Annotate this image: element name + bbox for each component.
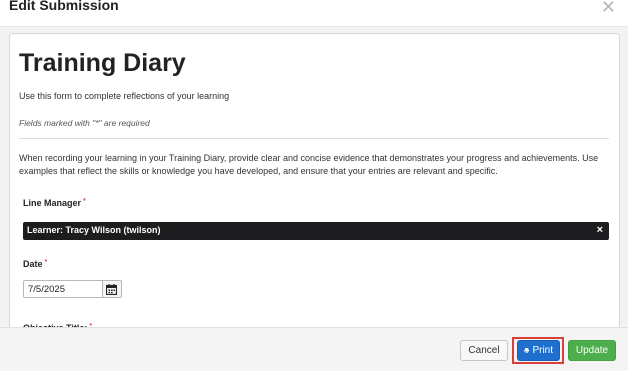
date-input[interactable] [23,280,103,298]
date-label: Date * [23,259,47,269]
form-title: Training Diary [19,49,186,77]
close-icon[interactable]: ✕ [601,0,616,16]
modal-header: Edit Submission ✕ [0,0,628,26]
modal-footer: Cancel Print Update [0,327,628,371]
modal-body[interactable]: Training Diary Use this form to complete… [0,27,628,335]
form-card: Training Diary Use this form to complete… [9,33,620,335]
line-manager-selected-value: Learner: Tracy Wilson (twilson) [27,225,161,235]
section-divider [19,138,609,139]
printer-icon [524,348,530,354]
form-instructions: When recording your learning in your Tra… [19,153,599,176]
update-button[interactable]: Update [568,340,616,361]
required-asterisk: * [83,198,86,205]
date-label-text: Date [23,259,43,269]
form-subtitle: Use this form to complete reflections of… [19,91,230,101]
line-manager-label-text: Line Manager [23,198,82,208]
required-note: Fields marked with "*" are required [19,118,150,128]
clear-selection-icon[interactable]: × [597,224,603,236]
date-picker-button[interactable] [103,280,122,298]
line-manager-label: Line Manager * [23,198,86,208]
print-button[interactable]: Print [517,340,560,361]
calendar-icon [106,284,117,295]
cancel-button[interactable]: Cancel [460,340,508,361]
modal-title: Edit Submission [9,0,119,13]
print-button-label: Print [532,345,553,356]
required-asterisk: * [44,259,48,266]
line-manager-select[interactable]: Learner: Tracy Wilson (twilson) × [23,222,609,240]
